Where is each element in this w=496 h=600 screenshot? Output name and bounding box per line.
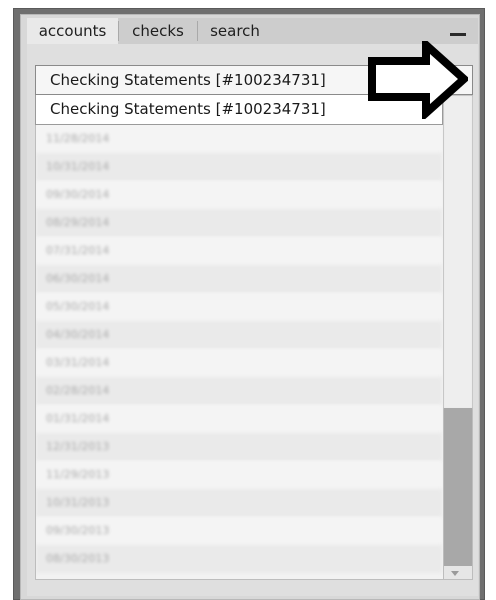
statement-date-row[interactable]: 03/31/2014 (36, 349, 442, 377)
statement-date-row[interactable]: 11/28/2014 (36, 125, 442, 153)
minimize-icon[interactable] (450, 33, 466, 36)
statement-date-row[interactable]: 08/29/2014 (36, 209, 442, 237)
statement-date-row[interactable]: 01/31/2014 (36, 405, 442, 433)
statement-date-row[interactable]: 07/31/2014 (36, 237, 442, 265)
statement-date-list: 11/28/2014 10/31/2014 09/30/2014 08/29/2014… (35, 125, 443, 580)
tab-checks[interactable]: checks (119, 18, 197, 44)
tab-search[interactable]: search (198, 18, 272, 44)
statement-date-row[interactable]: 10/31/2013 (36, 489, 442, 517)
statement-date-row[interactable]: 10/31/2014 (36, 153, 442, 181)
statement-date-row[interactable]: 04/30/2014 (36, 321, 442, 349)
scrollbar-track[interactable] (444, 96, 472, 408)
statement-date-row[interactable]: 09/30/2013 (36, 517, 442, 545)
scroll-down-icon[interactable] (451, 571, 459, 576)
statement-date-row[interactable]: 09/30/2014 (36, 181, 442, 209)
right-arrow-icon (368, 41, 468, 119)
scrollbar-thumb[interactable] (444, 408, 472, 566)
tab-accounts[interactable]: accounts (27, 18, 118, 44)
statement-date-row[interactable]: 05/30/2014 (36, 293, 442, 321)
statement-date-row[interactable]: 06/30/2014 (36, 265, 442, 293)
statement-date-row[interactable]: 11/29/2013 (36, 461, 442, 489)
statement-date-row[interactable]: 12/31/2013 (36, 433, 442, 461)
statement-date-row[interactable]: 08/30/2013 (36, 545, 442, 573)
list-scrollbar[interactable] (443, 95, 473, 580)
statement-date-row[interactable]: 02/28/2014 (36, 377, 442, 405)
